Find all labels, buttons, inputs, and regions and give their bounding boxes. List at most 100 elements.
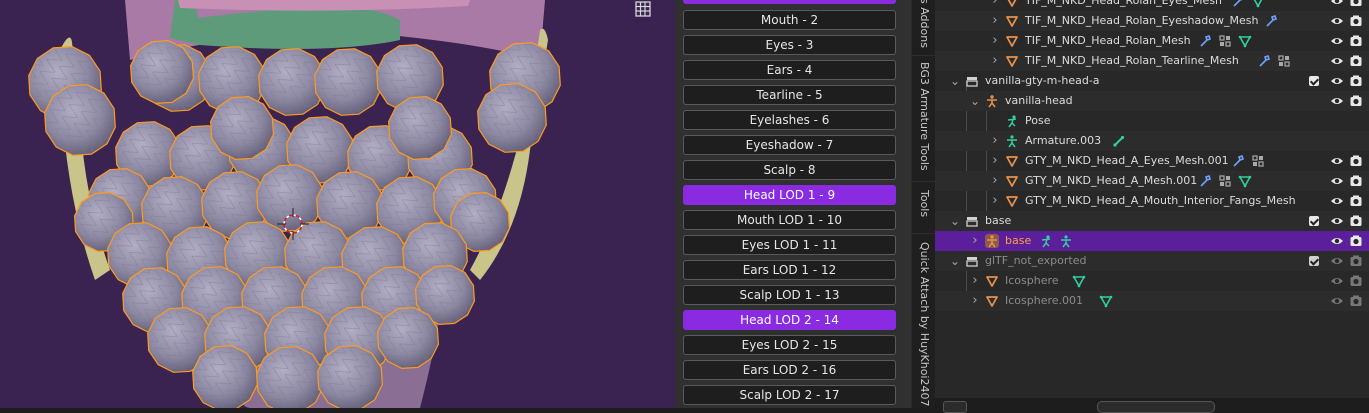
search-input[interactable] <box>1097 401 1215 413</box>
modifier-icon[interactable] <box>1231 154 1245 168</box>
layer-button-ears[interactable]: Ears - 4 <box>683 60 896 80</box>
mesh-icon[interactable] <box>1005 194 1019 208</box>
layer-button-ears-lod2[interactable]: Ears LOD 2 - 16 <box>683 360 896 380</box>
grid-view-icon[interactable] <box>632 0 654 19</box>
viewport-scene[interactable] <box>0 0 675 408</box>
layer-button-eyes[interactable]: Eyes - 3 <box>683 35 896 55</box>
editor-type-button[interactable] <box>943 401 967 413</box>
vertex-groups-icon[interactable] <box>1218 34 1232 48</box>
modifier-icon[interactable] <box>1257 54 1271 68</box>
armature-data-icon[interactable] <box>1059 234 1073 248</box>
armature-object-icon[interactable] <box>985 234 999 248</box>
layer-button-scalp-lod2[interactable]: Scalp LOD 2 - 17 <box>683 385 896 405</box>
expand-arrow-icon[interactable]: › <box>969 274 981 287</box>
mesh-icon[interactable] <box>1005 0 1019 8</box>
eye-icon[interactable] <box>1330 74 1344 88</box>
expand-arrow-icon[interactable]: › <box>989 34 1001 47</box>
mesh-data-icon[interactable] <box>1251 0 1265 8</box>
camera-icon[interactable] <box>1349 14 1363 28</box>
layer-button-eyelashes[interactable]: Eyelashes - 6 <box>683 110 896 130</box>
mesh-data-icon[interactable] <box>1099 294 1113 308</box>
tab-quick-attach[interactable]: Quick Attach by HuyKhoi2407 <box>912 240 936 408</box>
camera-icon[interactable] <box>1349 194 1363 208</box>
outliner-row[interactable]: ⌄ vanilla-head <box>935 91 1369 111</box>
outliner-item-label[interactable]: vanilla-head <box>1005 94 1073 107</box>
eye-icon[interactable] <box>1330 254 1344 268</box>
camera-icon[interactable] <box>1349 34 1363 48</box>
outliner-item-label[interactable]: glTF_not_exported <box>985 254 1086 267</box>
layer-button-mouth-lod1[interactable]: Mouth LOD 1 - 10 <box>683 210 896 230</box>
layer-button-eyes-lod1[interactable]: Eyes LOD 1 - 11 <box>683 235 896 255</box>
expand-arrow-icon[interactable]: › <box>989 54 1001 67</box>
expand-arrow-icon[interactable]: › <box>989 194 1001 207</box>
outliner-row[interactable]: ⌄ glTF_not_exported <box>935 251 1369 271</box>
pose-icon[interactable] <box>1039 234 1053 248</box>
camera-icon[interactable] <box>1349 94 1363 108</box>
outliner-item-label[interactable]: GTY_M_NKD_Head_A_Mouth_Interior_Fangs_Me… <box>1025 194 1296 207</box>
mesh-data-icon[interactable] <box>1072 274 1086 288</box>
camera-icon[interactable] <box>1349 214 1363 228</box>
mesh-icon[interactable] <box>1005 14 1019 28</box>
outliner-row[interactable]: › TIF_M_NKD_Head_Rolan_Tearline_Mesh <box>935 51 1369 71</box>
collection-icon[interactable] <box>965 74 979 88</box>
layer-button-eyes-lod2[interactable]: Eyes LOD 2 - 15 <box>683 335 896 355</box>
camera-icon[interactable] <box>1349 54 1363 68</box>
camera-icon[interactable] <box>1349 254 1363 268</box>
outliner-row[interactable]: Pose <box>935 111 1369 131</box>
eye-icon[interactable] <box>1330 194 1344 208</box>
tab-addons[interactable]: s Addons <box>912 0 936 56</box>
armature-data-icon[interactable] <box>1005 134 1019 148</box>
eye-icon[interactable] <box>1330 94 1344 108</box>
camera-icon[interactable] <box>1349 174 1363 188</box>
mesh-icon[interactable] <box>1005 174 1019 188</box>
expand-arrow-icon[interactable]: › <box>989 14 1001 27</box>
modifier-icon[interactable] <box>1231 0 1245 8</box>
mesh-data-icon[interactable] <box>1238 174 1252 188</box>
camera-icon[interactable] <box>1349 294 1363 308</box>
mesh-icon[interactable] <box>1005 154 1019 168</box>
expand-arrow-icon[interactable]: › <box>989 174 1001 187</box>
mesh-data-icon[interactable] <box>1238 34 1252 48</box>
camera-icon[interactable] <box>1349 154 1363 168</box>
mesh-icon[interactable] <box>985 274 999 288</box>
camera-icon[interactable] <box>1349 0 1363 8</box>
eye-icon[interactable] <box>1330 34 1344 48</box>
outliner-item-label[interactable]: TIF_M_NKD_Head_Rolan_Tearline_Mesh <box>1025 54 1239 67</box>
expand-arrow-icon[interactable]: › <box>969 294 981 307</box>
camera-icon[interactable] <box>1349 274 1363 288</box>
exclude-checkbox[interactable] <box>1309 216 1319 226</box>
layer-button-scalp[interactable]: Scalp - 8 <box>683 160 896 180</box>
outliner-item-label[interactable]: TIF_M_NKD_Head_Rolan_Eyeshadow_Mesh <box>1025 14 1258 27</box>
pose-icon[interactable] <box>1005 114 1019 128</box>
bone-icon[interactable] <box>1112 134 1126 148</box>
outliner-item-label[interactable]: Pose <box>1025 114 1050 127</box>
vertex-groups-icon[interactable] <box>1277 54 1291 68</box>
armature-object-icon[interactable] <box>985 94 999 108</box>
outliner-item-label[interactable]: GTY_M_NKD_Head_A_Eyes_Mesh.001 <box>1025 154 1229 167</box>
eye-icon[interactable] <box>1330 294 1344 308</box>
outliner-item-label[interactable]: GTY_M_NKD_Head_A_Mesh.001 <box>1025 174 1197 187</box>
eye-icon[interactable] <box>1330 274 1344 288</box>
layer-button-head-lod2[interactable]: Head LOD 2 - 14 <box>683 310 896 330</box>
mesh-icon[interactable] <box>985 294 999 308</box>
outliner-item-label[interactable]: Armature.003 <box>1025 134 1101 147</box>
layer-button-ears-lod1[interactable]: Ears LOD 1 - 12 <box>683 260 896 280</box>
outliner-item-label[interactable]: base <box>985 214 1011 227</box>
outliner-row[interactable]: › Icosphere <box>935 271 1369 291</box>
modifier-icon[interactable] <box>1264 14 1278 28</box>
collapse-arrow-icon[interactable]: ⌄ <box>949 215 961 227</box>
outliner-row[interactable]: › GTY_M_NKD_Head_A_Mouth_Interior_Fangs_M… <box>935 191 1369 211</box>
eye-icon[interactable] <box>1330 54 1344 68</box>
outliner-row[interactable]: › base <box>935 231 1369 251</box>
layer-button-mouth[interactable]: Mouth - 2 <box>683 10 896 30</box>
collapse-arrow-icon[interactable]: ⌄ <box>949 75 961 87</box>
eye-icon[interactable] <box>1330 0 1344 8</box>
collection-icon[interactable] <box>965 254 979 268</box>
exclude-checkbox[interactable] <box>1309 256 1319 266</box>
outliner-item-label[interactable]: vanilla-gty-m-head-a <box>985 74 1100 87</box>
layer-button-scalp-lod1[interactable]: Scalp LOD 1 - 13 <box>683 285 896 305</box>
expand-arrow-icon[interactable]: › <box>989 134 1001 147</box>
outliner-item-label[interactable]: base <box>1005 234 1031 247</box>
expand-arrow-icon[interactable]: › <box>969 234 981 247</box>
exclude-checkbox[interactable] <box>1309 76 1319 86</box>
